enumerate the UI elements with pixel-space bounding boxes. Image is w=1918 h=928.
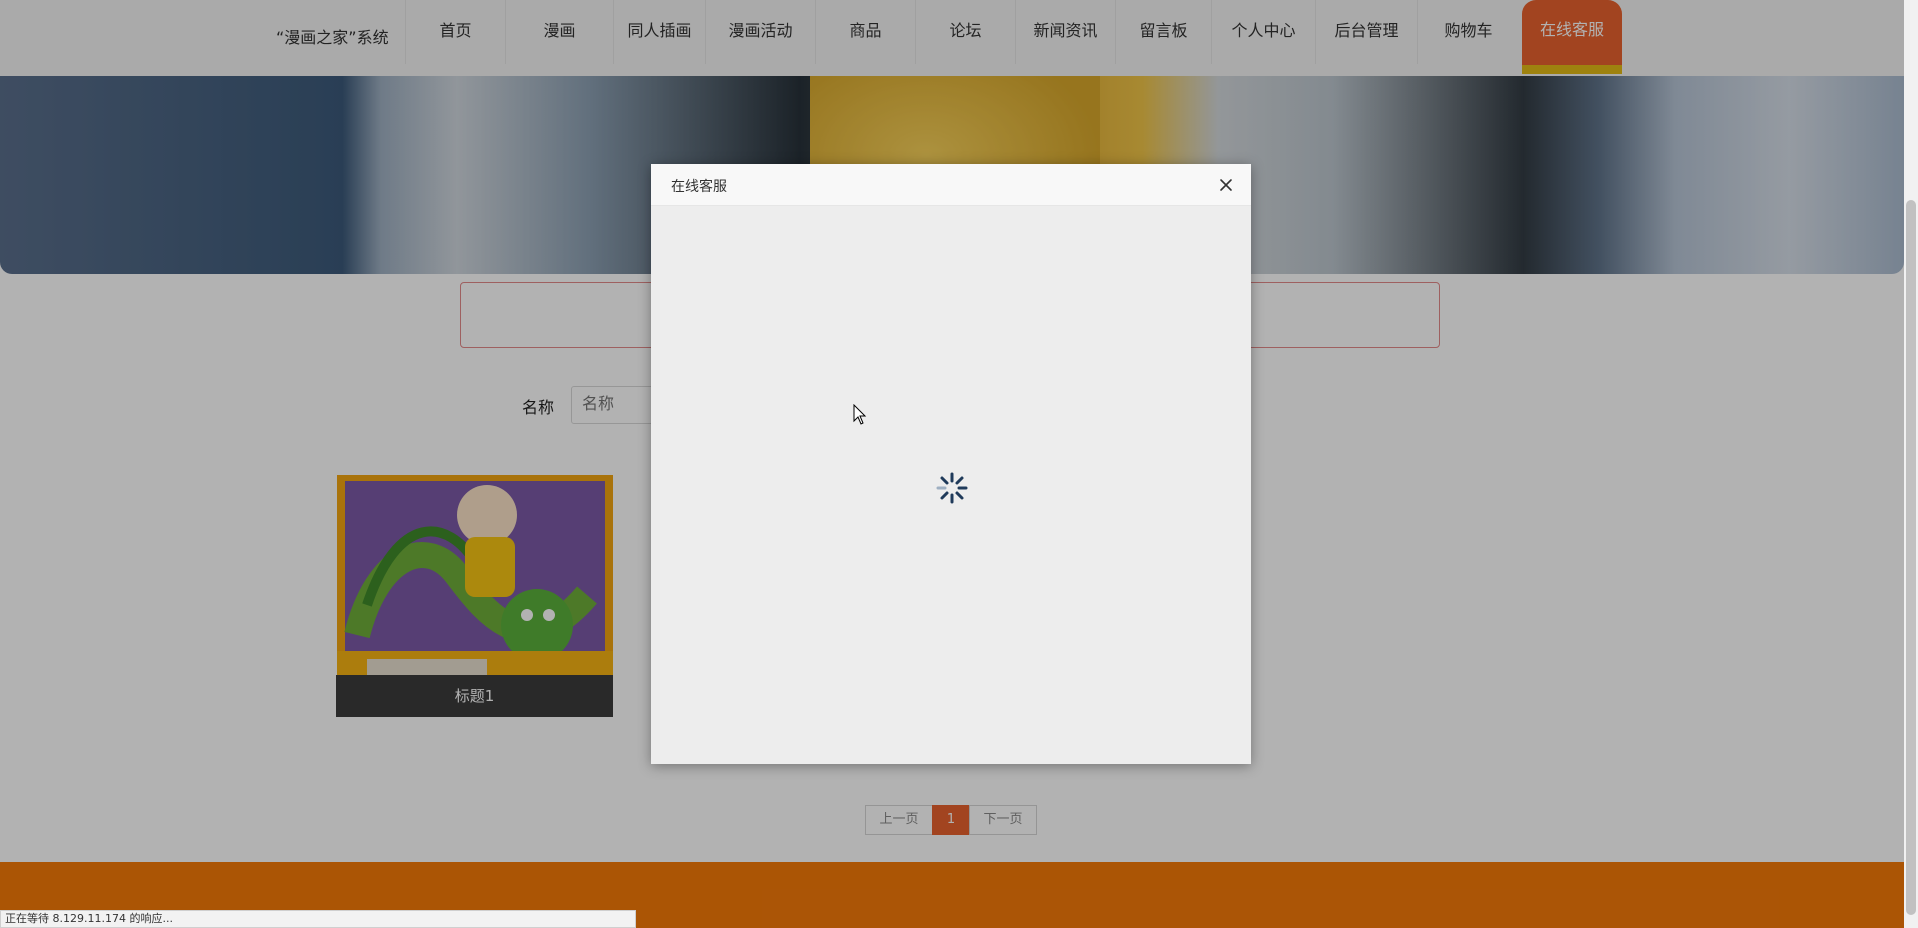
browser-status-bar: 正在等待 8.129.11.174 的响应...: [0, 910, 636, 928]
dialog-title: 在线客服: [671, 179, 727, 195]
close-icon[interactable]: [1217, 176, 1235, 194]
mouse-cursor-icon: [853, 403, 867, 426]
scrollbar-thumb[interactable]: [1906, 200, 1916, 915]
online-service-dialog: 在线客服: [651, 164, 1251, 764]
loading-spinner-icon: [935, 471, 969, 505]
dialog-header: 在线客服: [651, 164, 1251, 206]
